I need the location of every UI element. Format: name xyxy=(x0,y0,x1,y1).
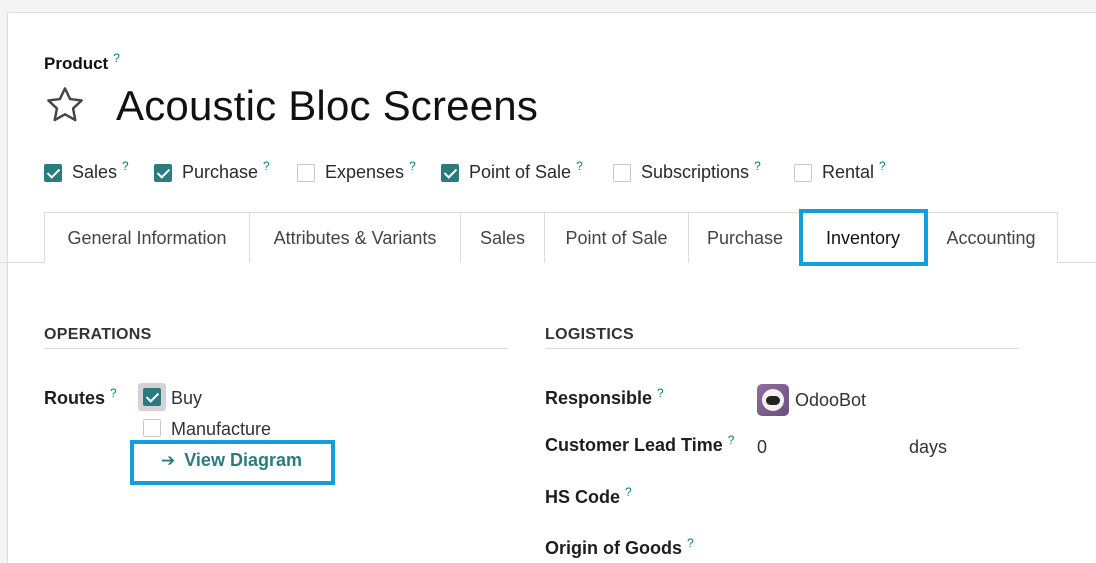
help-icon[interactable]: ? xyxy=(576,159,583,173)
manufacture-checkbox[interactable] xyxy=(143,419,161,437)
tab-attributes-variants[interactable]: Attributes & Variants xyxy=(249,212,461,263)
buy-checkbox[interactable] xyxy=(143,388,161,406)
help-icon[interactable]: ? xyxy=(728,433,735,447)
help-icon[interactable]: ? xyxy=(263,159,270,173)
customer-lead-time-input[interactable]: 0 xyxy=(757,437,897,458)
customer-lead-time-label: Customer Lead Time? xyxy=(545,433,735,455)
lead-time-unit: days xyxy=(909,437,948,457)
option-subscriptions[interactable]: Subscriptions? xyxy=(613,159,761,183)
operations-heading: OPERATIONS xyxy=(44,326,152,343)
odoobot-avatar xyxy=(757,384,789,416)
routes-label: Routes? xyxy=(44,386,117,408)
tab-accounting[interactable]: Accounting xyxy=(924,212,1058,263)
help-icon[interactable]: ? xyxy=(687,536,694,550)
product-label: Product? xyxy=(44,51,120,73)
route-buy-label: Buy xyxy=(171,388,203,408)
responsible-value: OdooBot xyxy=(795,389,867,410)
tab-sales[interactable]: Sales xyxy=(460,212,545,263)
help-icon[interactable]: ? xyxy=(657,386,664,400)
expenses-checkbox[interactable] xyxy=(297,163,315,182)
subscriptions-checkbox[interactable] xyxy=(613,163,631,182)
option-point-of-sale[interactable]: Point of Sale? xyxy=(441,159,583,183)
arrow-right-icon: ➔ xyxy=(161,450,176,470)
product-title[interactable]: Acoustic Bloc Screens xyxy=(116,82,538,130)
logistics-divider xyxy=(545,348,1019,349)
origin-of-goods-label: Origin of Goods? xyxy=(545,536,694,558)
tab-general-information[interactable]: General Information xyxy=(44,212,250,263)
option-rental[interactable]: Rental? xyxy=(794,159,886,183)
help-icon[interactable]: ? xyxy=(110,386,117,400)
hs-code-input[interactable] xyxy=(757,484,1017,512)
route-manufacture-checkbox[interactable] xyxy=(143,419,161,442)
help-icon[interactable]: ? xyxy=(113,51,120,65)
operations-divider xyxy=(44,348,508,349)
responsible-label: Responsible? xyxy=(545,386,664,408)
rental-checkbox[interactable] xyxy=(794,163,812,182)
option-expenses[interactable]: Expenses? xyxy=(297,159,416,183)
favorite-star-icon[interactable] xyxy=(44,84,86,126)
help-icon[interactable]: ? xyxy=(879,159,886,173)
option-purchase[interactable]: Purchase? xyxy=(154,159,270,183)
hs-code-label: HS Code? xyxy=(545,485,632,507)
responsible-field[interactable]: OdooBot xyxy=(757,384,866,416)
help-icon[interactable]: ? xyxy=(409,159,416,173)
view-diagram-button[interactable]: ➔ View Diagram xyxy=(161,450,302,471)
help-icon[interactable]: ? xyxy=(122,159,129,173)
logistics-heading: LOGISTICS xyxy=(545,326,634,343)
sales-checkbox[interactable] xyxy=(44,163,62,182)
point-of-sale-checkbox[interactable] xyxy=(441,163,459,182)
tab-point-of-sale[interactable]: Point of Sale xyxy=(544,212,689,263)
inventory-tab-highlight xyxy=(799,209,928,266)
help-icon[interactable]: ? xyxy=(625,485,632,499)
tab-purchase[interactable]: Purchase xyxy=(688,212,802,263)
route-buy-checkbox[interactable] xyxy=(143,388,161,411)
help-icon[interactable]: ? xyxy=(754,159,761,173)
origin-of-goods-input[interactable] xyxy=(757,535,1017,563)
route-manufacture-label: Manufacture xyxy=(171,419,272,439)
purchase-checkbox[interactable] xyxy=(154,163,172,182)
option-sales[interactable]: Sales? xyxy=(44,159,129,183)
